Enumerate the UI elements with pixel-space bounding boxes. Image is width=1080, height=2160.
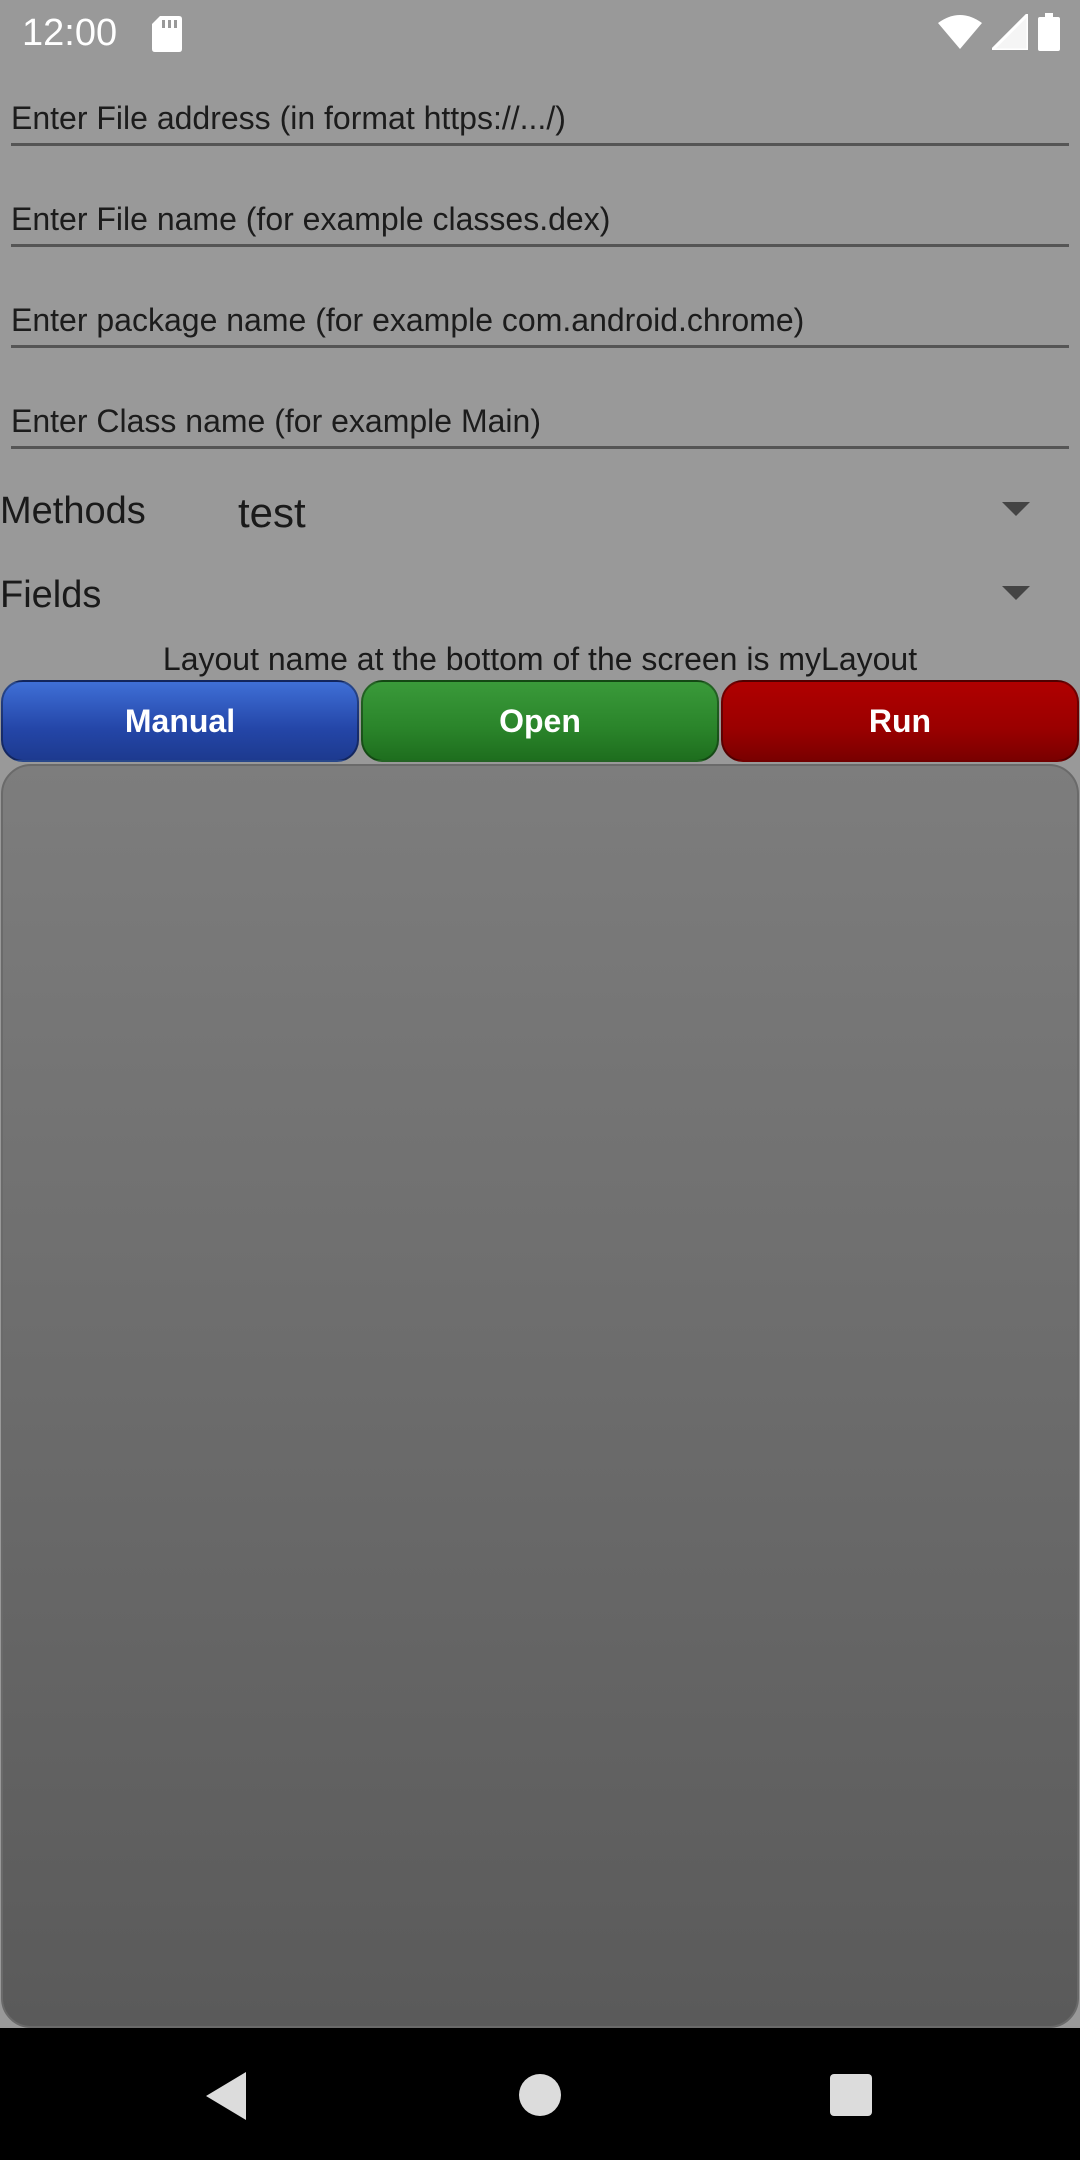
open-button[interactable]: Open [361,680,719,762]
sd-card-icon [152,16,182,52]
methods-row: Methods test [0,478,1080,548]
status-bar: 12:00 [0,0,1080,66]
methods-label: Methods [0,490,146,532]
file-address-field [11,86,1069,146]
navigation-bar [0,2028,1080,2160]
fields-spinner[interactable] [220,562,1080,632]
home-icon[interactable] [519,2074,561,2116]
chevron-down-icon [1002,586,1030,600]
methods-spinner[interactable]: test [220,478,1080,548]
back-icon[interactable] [206,2072,246,2120]
class-name-input[interactable] [11,389,1069,446]
my-layout-panel [1,764,1079,2028]
fields-label: Fields [0,574,102,616]
status-icons [938,9,1060,56]
file-name-input[interactable] [11,187,1069,244]
package-name-field [11,288,1069,348]
status-time: 12:00 [22,12,118,54]
chevron-down-icon [1002,502,1030,516]
run-button[interactable]: Run [721,680,1079,762]
fields-row: Fields [0,562,1080,632]
wifi-icon [938,14,982,54]
layout-note: Layout name at the bottom of the screen … [162,641,918,677]
file-address-input[interactable] [11,86,1069,143]
package-name-input[interactable] [11,288,1069,345]
file-name-field [11,187,1069,247]
manual-button[interactable]: Manual [1,680,359,762]
recents-icon[interactable] [830,2074,872,2116]
methods-selected-value: test [238,489,306,536]
signal-icon [988,9,1030,55]
class-name-field [11,389,1069,449]
battery-icon [1038,12,1060,56]
